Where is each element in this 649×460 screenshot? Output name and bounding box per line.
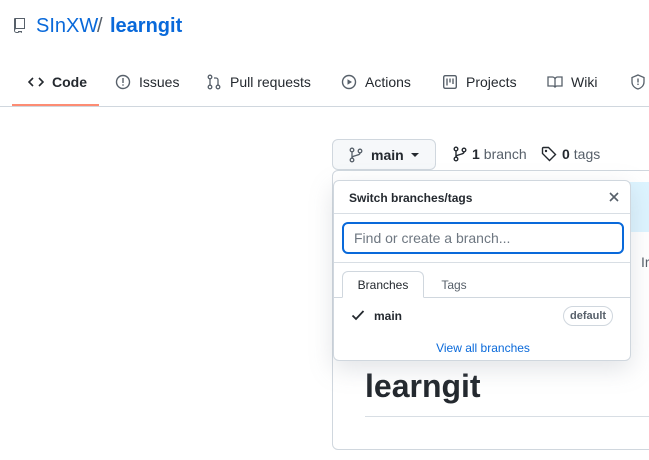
branch-dropdown: Switch branches/tags Branches Tags main … (333, 180, 631, 361)
branches-link[interactable]: 1 branch (453, 146, 527, 162)
readme-title: learngit (365, 368, 481, 404)
shield-icon (631, 74, 645, 90)
tab-branches[interactable]: Branches (342, 271, 424, 298)
git-branch-icon (453, 146, 467, 162)
repo-nav: Code Issues Pull requests Actions Projec… (0, 60, 649, 107)
branch-select-button[interactable]: main (332, 139, 436, 170)
tab-label: Issues (139, 74, 180, 90)
tab-label: Projects (466, 74, 517, 90)
tab-tags[interactable]: Tags (424, 271, 484, 298)
tab-security[interactable] (630, 60, 649, 104)
check-icon (351, 310, 365, 321)
tab-projects[interactable]: Projects (442, 60, 517, 104)
code-icon (28, 77, 44, 87)
tab-wiki[interactable]: Wiki (547, 60, 597, 104)
active-tab-underline (12, 104, 99, 106)
divider (334, 213, 630, 214)
current-branch: main (371, 146, 404, 163)
tag-icon (541, 146, 557, 162)
tab-code[interactable]: Code (28, 60, 87, 104)
view-all-branches-link[interactable]: View all branches (334, 341, 632, 355)
tab-label: Pull requests (230, 74, 311, 90)
tab-label: Wiki (571, 74, 598, 90)
tab-label: Code (52, 74, 87, 90)
tab-label: Actions (365, 74, 411, 90)
tab-actions[interactable]: Actions (341, 60, 411, 104)
book-icon (547, 76, 563, 88)
tag-word: tags (573, 146, 601, 162)
branch-item-main[interactable]: main (374, 309, 402, 323)
project-icon (443, 75, 458, 90)
divider (334, 262, 630, 263)
pull-request-icon (207, 74, 221, 90)
branch-search-input[interactable] (342, 222, 624, 254)
default-badge: default (563, 306, 614, 326)
tab-issues[interactable]: Issues (115, 60, 179, 104)
path-separator: / (97, 15, 103, 37)
git-branch-icon (349, 147, 363, 162)
tab-pull-requests[interactable]: Pull requests (206, 60, 311, 104)
partial-text: Ir (641, 254, 649, 270)
close-icon[interactable] (606, 189, 622, 205)
repo-owner-link[interactable]: SInXW (36, 15, 98, 38)
repo-name-link[interactable]: learngit (110, 15, 182, 38)
branch-word: branch (483, 146, 527, 162)
play-icon (341, 74, 357, 90)
issue-icon (115, 74, 131, 90)
triangle-down-icon (410, 152, 419, 157)
tag-count: 0 (562, 146, 570, 162)
readme-divider (365, 416, 649, 417)
tags-link[interactable]: 0 tags (541, 146, 600, 162)
repo-icon (14, 18, 25, 33)
branch-count: 1 (472, 146, 480, 162)
view-all-label: View all branches (436, 341, 530, 355)
dropdown-title: Switch branches/tags (349, 191, 473, 205)
